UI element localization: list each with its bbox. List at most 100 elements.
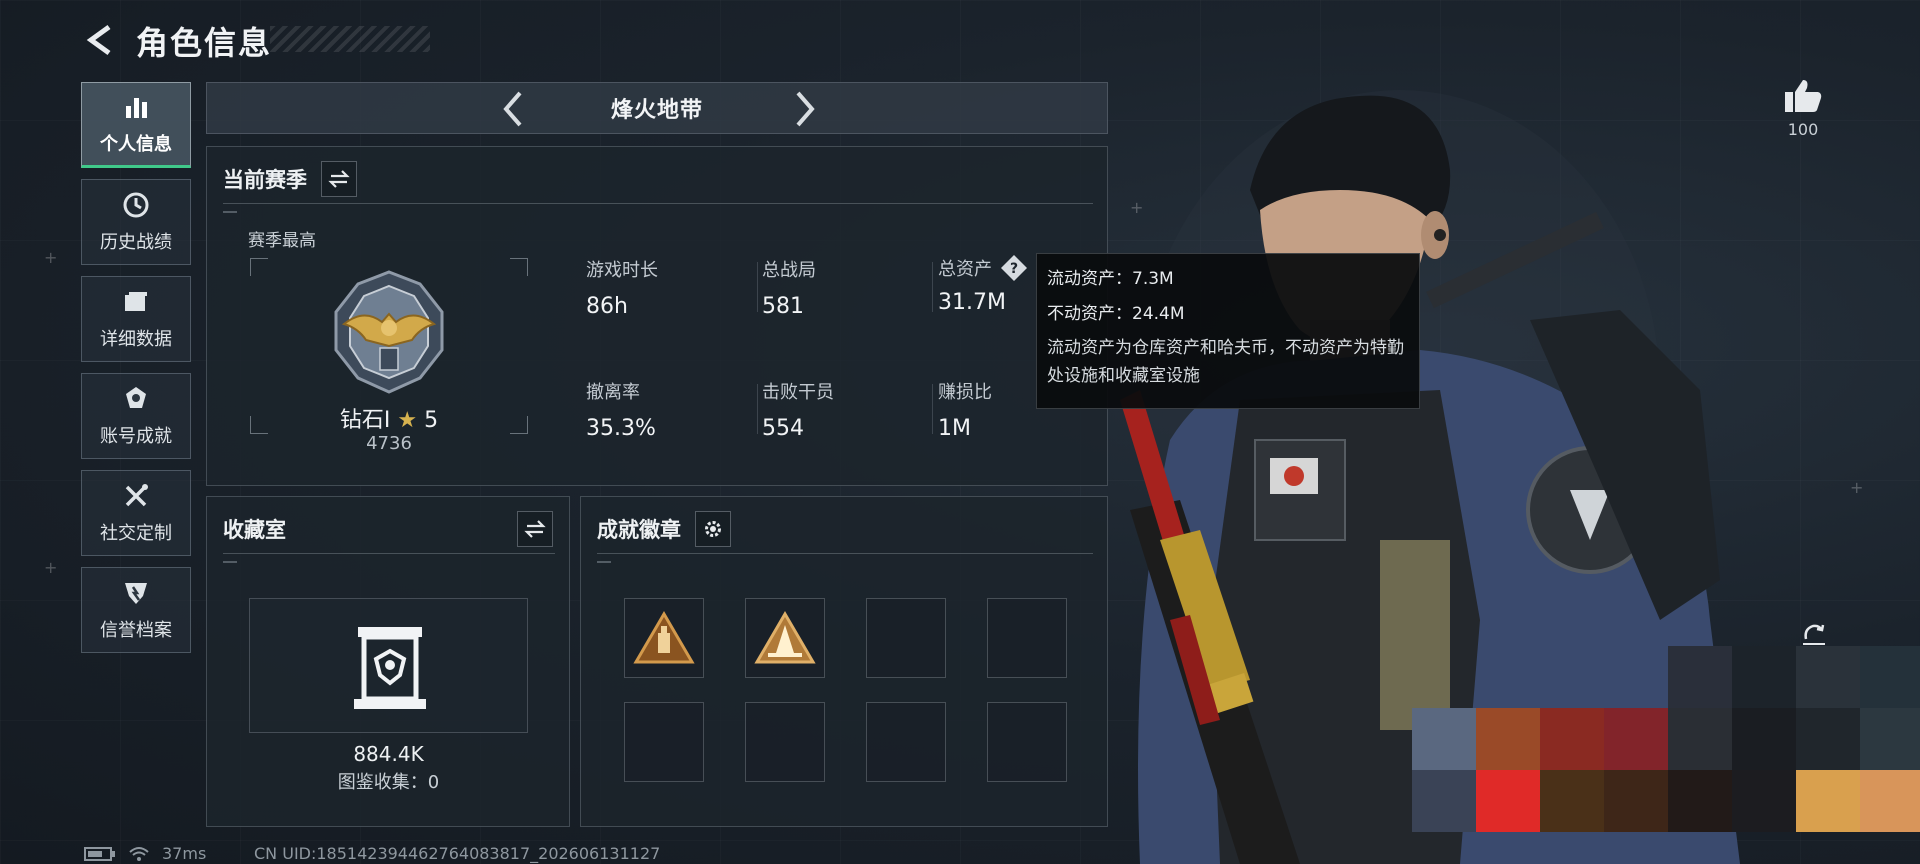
title-decoration [270, 26, 430, 52]
stat-total-matches: 总战局 581 [762, 256, 816, 319]
stat-profit-loss: 赚损比 1M [938, 378, 992, 441]
rank-stars: 5 [424, 408, 439, 433]
rotate-icon [1803, 624, 1825, 645]
stat-playtime: 游戏时长 86h [586, 256, 658, 319]
stat-value: 1M [938, 416, 971, 441]
like-count: 100 [1787, 120, 1819, 139]
season-title: 当前赛季 [223, 168, 307, 192]
achievement-icon [126, 387, 146, 408]
stat-label: 赚损比 [938, 382, 992, 403]
divider [223, 553, 555, 554]
folder-icon [125, 292, 147, 311]
ping: 37ms [162, 844, 207, 863]
battery-icon [84, 846, 115, 861]
stat-total-assets: 总资产 ? 31.7M [938, 254, 1028, 315]
badge-slot[interactable] [745, 598, 825, 678]
sidebar-item-label: 账号成就 [100, 426, 172, 447]
liquid-assets: 流动资产：7.3M [1047, 269, 1174, 289]
assets-tooltip: 流动资产：7.3M 不动资产：24.4M 流动资产为仓库资产和哈夫币，不动资产为… [1036, 253, 1420, 409]
rank-emblem-icon [334, 270, 444, 394]
swap-icon [524, 520, 546, 538]
badge-icon [633, 611, 695, 664]
catalog-count: 图鉴收集：0 [337, 772, 440, 793]
sidebar-item-achievements[interactable]: 账号成就 [81, 373, 191, 459]
badge-slot-empty[interactable] [987, 702, 1067, 782]
collection-value: 884.4K [353, 742, 424, 766]
mode-title: 烽火地带 [610, 98, 703, 123]
mode-selector: 烽火地带 [206, 82, 1108, 134]
tools-icon [125, 484, 148, 507]
gear-icon [705, 521, 721, 537]
collection-display[interactable] [249, 598, 528, 733]
badges-title: 成就徽章 [597, 518, 681, 542]
divider [223, 561, 237, 563]
stat-label: 总资产 [938, 259, 992, 280]
chevron-right-icon [796, 91, 815, 127]
like-button[interactable]: 100 [1780, 78, 1826, 139]
divider [757, 384, 758, 434]
sidebar-item-label: 详细数据 [100, 329, 172, 350]
divider [223, 211, 237, 213]
sidebar-item-label: 个人信息 [100, 134, 172, 155]
help-icon[interactable]: ? [1000, 254, 1028, 282]
divider [597, 561, 611, 563]
stat-kills: 击败干员 554 [762, 378, 834, 441]
sidebar-item-personal-info[interactable]: 个人信息 [81, 82, 191, 168]
badge-slot-empty[interactable] [866, 598, 946, 678]
svg-text:?: ? [1010, 261, 1018, 277]
history-clock-icon [123, 192, 149, 218]
fixed-assets: 不动资产：24.4M [1047, 304, 1185, 324]
sidebar-item-label: 信誉档案 [100, 620, 172, 641]
rank-name: 钻石I [339, 408, 391, 433]
badge-slot-empty[interactable] [624, 702, 704, 782]
assets-description: 流动资产为仓库资产和哈夫币，不动资产为特勤处设施和收藏室设施 [1047, 338, 1404, 386]
stat-label: 总战局 [762, 260, 816, 281]
rank-score: 4736 [366, 433, 412, 454]
divider [223, 203, 1093, 204]
sidebar-item-social[interactable]: 社交定制 [81, 470, 191, 556]
thumbs-up-icon [1785, 80, 1822, 112]
badges-settings-button[interactable] [695, 511, 731, 547]
stat-label: 击败干员 [762, 382, 834, 403]
star-icon: ★ [397, 408, 418, 433]
collection-switch-button[interactable] [517, 511, 553, 547]
decor-plus: + [1850, 478, 1864, 497]
mode-prev-button[interactable] [495, 91, 531, 127]
badge-slot-empty[interactable] [745, 702, 825, 782]
swap-icon [328, 170, 350, 188]
sidebar-item-reputation[interactable]: 信誉档案 [81, 567, 191, 653]
mode-next-button[interactable] [787, 91, 823, 127]
reputation-shield-icon [125, 583, 147, 604]
sidebar-item-detail-data[interactable]: 详细数据 [81, 276, 191, 362]
page-title: 角色信息 [136, 24, 273, 62]
stat-value: 35.3% [586, 416, 656, 441]
collection-title: 收藏室 [223, 518, 286, 542]
user-uid: CN UID:18514239446276408381​7_2026061311… [254, 844, 661, 863]
decor-plus: + [44, 558, 58, 577]
display-case-icon [354, 627, 426, 709]
badge-slot[interactable] [624, 598, 704, 678]
season-switch-button[interactable] [321, 161, 357, 197]
season-best-label: 赛季最高 [248, 231, 316, 251]
sidebar-item-history[interactable]: 历史战绩 [81, 179, 191, 265]
back-button[interactable] [80, 22, 120, 58]
decor-plus: + [44, 248, 58, 267]
stat-value: 31.7M [938, 290, 1006, 315]
status-bar: 37ms [84, 844, 206, 863]
chevron-left-icon [503, 91, 522, 127]
stat-value: 581 [762, 294, 804, 319]
pixelated-overlay [1412, 646, 1920, 832]
bar-chart-icon [126, 98, 147, 118]
stat-label: 游戏时长 [586, 260, 658, 281]
divider [932, 262, 933, 312]
sidebar-item-label: 历史战绩 [100, 232, 172, 253]
stat-extraction-rate: 撤离率 35.3% [586, 378, 656, 441]
stat-label: 撤离率 [586, 382, 640, 403]
badge-slot-empty[interactable] [866, 702, 946, 782]
divider [932, 384, 933, 434]
stat-value: 86h [586, 294, 628, 319]
wifi-icon [129, 846, 149, 861]
rank-name-row: 钻石I ★ 5 [250, 402, 528, 434]
badge-slot-empty[interactable] [987, 598, 1067, 678]
back-arrow-icon [86, 24, 111, 56]
